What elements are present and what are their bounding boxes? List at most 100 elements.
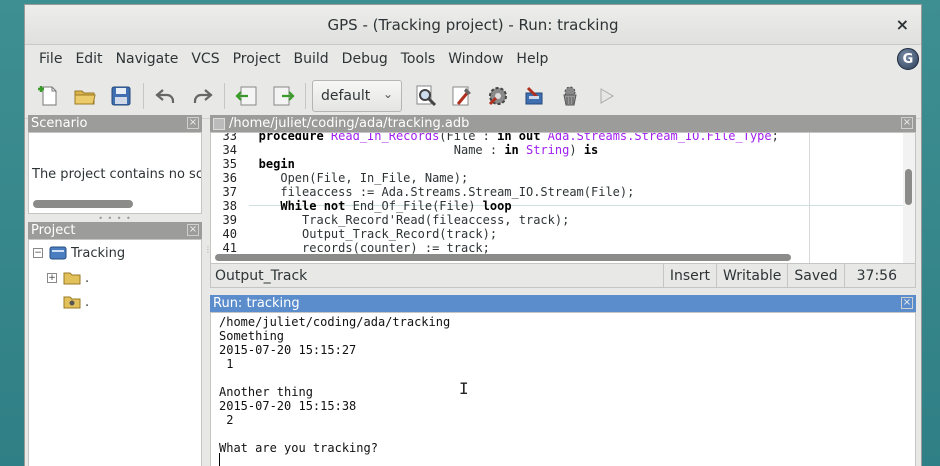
- menu-navigate[interactable]: Navigate: [110, 51, 185, 67]
- code-token: Read_In_Records: [330, 132, 440, 143]
- new-file-icon[interactable]: [34, 81, 64, 111]
- run-panel: Run: tracking × I /home/juliet/coding/ad…: [210, 295, 916, 466]
- code-token: Ada.Streams.Stream_IO.File_Type: [547, 132, 772, 143]
- line-number: 37: [222, 185, 237, 199]
- toolbar: default ⌄: [25, 73, 921, 119]
- line-number: 35: [222, 157, 237, 171]
- line-number: 33: [222, 132, 237, 143]
- code-token: ): [569, 143, 584, 157]
- build-icon[interactable]: [483, 81, 513, 111]
- code-line: 40 Output_Track_Record(track);: [211, 227, 498, 241]
- collapse-icon[interactable]: −: [33, 248, 43, 258]
- right-margin-line: [809, 133, 810, 263]
- code-token: Open(File, In_File, Name);: [237, 171, 469, 185]
- scenario-panel-title: Scenario ×: [28, 115, 202, 132]
- code-token: ;: [771, 132, 779, 143]
- menu-bar: File Edit Navigate VCS Project Build Deb…: [25, 45, 921, 73]
- insert-mode[interactable]: Insert: [662, 264, 716, 287]
- code-line: 34 Name : in String) is: [211, 143, 599, 157]
- save-icon[interactable]: [106, 81, 136, 111]
- editor-panel: /home/juliet/coding/ada/tracking.adb × 3…: [210, 115, 916, 290]
- line-number: 34: [222, 143, 237, 157]
- project-title: Project: [31, 223, 76, 238]
- vertical-splitter[interactable]: ⋮: [204, 245, 212, 285]
- compile-icon[interactable]: [447, 81, 477, 111]
- gps-window: GPS - (Tracking project) - Run: tracking…: [24, 4, 922, 466]
- menu-vcs[interactable]: VCS: [185, 51, 225, 67]
- menu-edit[interactable]: Edit: [69, 51, 108, 67]
- saved-status: Saved: [787, 264, 843, 287]
- build-mode-select[interactable]: default ⌄: [312, 79, 402, 112]
- code-token: procedure: [237, 132, 331, 143]
- tree-item-folder[interactable]: + .: [47, 268, 89, 288]
- undo-icon[interactable]: [151, 81, 181, 111]
- menu-tools[interactable]: Tools: [395, 51, 442, 67]
- tree-item-label: .: [85, 270, 90, 286]
- line-number: 38: [222, 199, 237, 213]
- code-token: (File :: [439, 132, 498, 143]
- code-token: Name :: [237, 143, 505, 157]
- run-icon[interactable]: [591, 81, 621, 111]
- toolbar-separator: [224, 82, 225, 109]
- writable-status[interactable]: Writable: [716, 264, 787, 287]
- scenario-text: The project contains no sc: [32, 167, 202, 182]
- editor-tab[interactable]: /home/juliet/coding/ada/tracking.adb ×: [210, 115, 916, 132]
- open-folder-icon[interactable]: [70, 81, 100, 111]
- redo-icon[interactable]: [187, 81, 217, 111]
- menu-project[interactable]: Project: [227, 51, 287, 67]
- code-token: While not: [237, 199, 353, 213]
- code-token: in: [504, 143, 526, 157]
- title-bar: GPS - (Tracking project) - Run: tracking…: [25, 5, 921, 45]
- build-all-icon[interactable]: [519, 81, 549, 111]
- scroll-thumb[interactable]: [905, 169, 912, 205]
- cursor-position: 37:56: [843, 264, 915, 287]
- gps-logo-icon[interactable]: G: [897, 48, 919, 70]
- editor-hscrollbar[interactable]: [215, 254, 791, 261]
- scenario-scrollbar[interactable]: [33, 200, 133, 208]
- output-line: 2015-07-20 15:15:27: [219, 343, 357, 357]
- run-console[interactable]: I /home/juliet/coding/ada/tracking Someth…: [210, 312, 916, 466]
- code-line: 37 fileaccess := Ada.Streams.Stream_IO.S…: [211, 185, 635, 199]
- menu-build[interactable]: Build: [288, 51, 335, 67]
- code-line: 39 Track_Record'Read(fileaccess, track);: [211, 213, 570, 227]
- close-icon[interactable]: ×: [901, 297, 913, 309]
- tree-item-object-dir[interactable]: .: [63, 292, 89, 312]
- expand-icon[interactable]: +: [47, 273, 57, 283]
- back-icon[interactable]: [232, 81, 262, 111]
- output-line: 2015-07-20 15:15:38: [219, 399, 357, 413]
- close-icon[interactable]: ×: [187, 117, 199, 129]
- menu-debug[interactable]: Debug: [336, 51, 394, 67]
- output-line: /home/juliet/coding/ada/tracking: [219, 315, 451, 329]
- code-line: 35 begin: [211, 157, 295, 171]
- current-entity: Output_Track: [215, 267, 308, 284]
- folder-icon: [63, 272, 81, 285]
- tree-item-tracking[interactable]: − Tracking: [33, 243, 125, 263]
- run-panel-title[interactable]: Run: tracking ×: [210, 295, 916, 312]
- build-mode-value: default: [321, 87, 371, 104]
- menu-file[interactable]: File: [33, 51, 68, 67]
- search-icon[interactable]: [411, 81, 441, 111]
- tree-item-label: .: [85, 294, 90, 310]
- toolbar-separator: [305, 82, 306, 109]
- run-title: Run: tracking: [213, 296, 300, 311]
- code-token: End_Of_File(File): [352, 199, 483, 213]
- code-line: 33 procedure Read_In_Records(File : in o…: [211, 132, 779, 143]
- scenario-title: Scenario: [31, 116, 88, 131]
- menu-window[interactable]: Window: [442, 51, 509, 67]
- editor-vscrollbar[interactable]: [903, 133, 915, 263]
- scenario-panel: The project contains no sc: [28, 132, 202, 214]
- code-token: loop: [482, 199, 512, 213]
- close-icon[interactable]: ×: [896, 15, 909, 34]
- code-editor[interactable]: 33 procedure Read_In_Records(File : in o…: [210, 132, 916, 264]
- close-icon[interactable]: ×: [187, 224, 199, 236]
- output-line: 2: [219, 413, 234, 427]
- file-icon: [213, 117, 225, 130]
- menu-help[interactable]: Help: [510, 51, 554, 67]
- splitter-handle[interactable]: • • • •: [28, 214, 202, 223]
- close-icon[interactable]: ×: [901, 117, 913, 129]
- clean-icon[interactable]: [555, 81, 585, 111]
- code-token: String: [526, 143, 570, 157]
- code-token: begin: [237, 157, 295, 171]
- project-icon: [49, 246, 67, 260]
- forward-icon[interactable]: [268, 81, 298, 111]
